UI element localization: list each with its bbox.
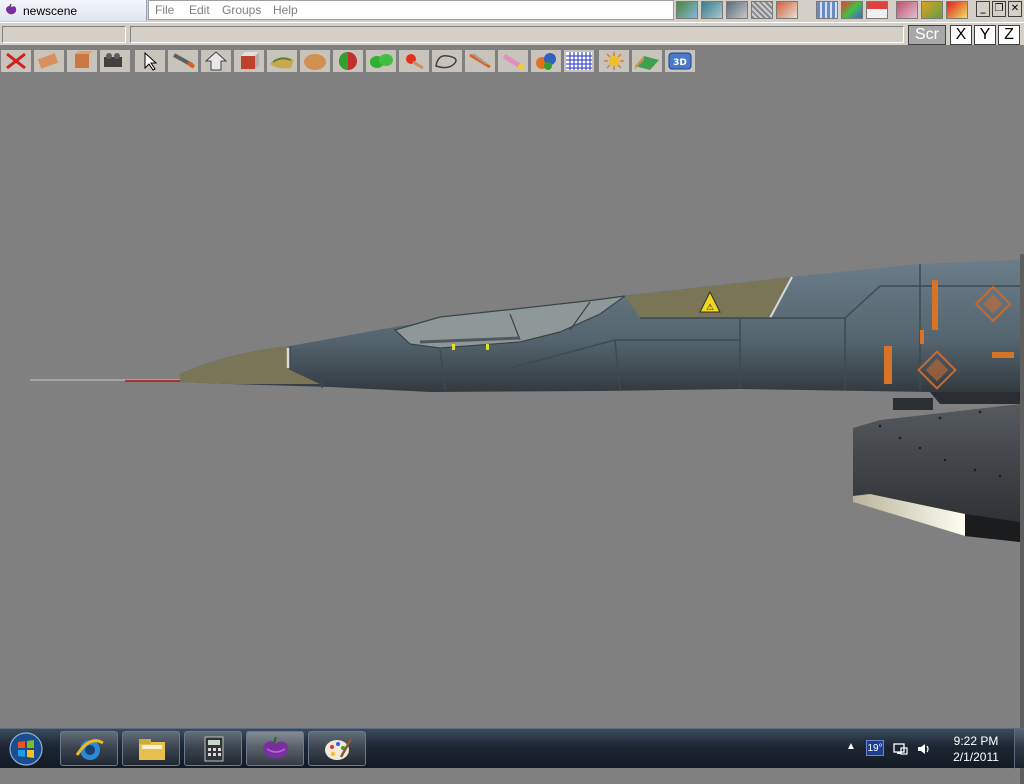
- delete-icon[interactable]: [0, 49, 32, 73]
- volume-icon[interactable]: [916, 741, 932, 757]
- select-arrow-icon[interactable]: [134, 49, 166, 73]
- network-icon[interactable]: [892, 741, 908, 757]
- taskbar-paint[interactable]: [308, 731, 366, 766]
- tool-palette: 3D: [0, 48, 700, 74]
- light-icon[interactable]: [598, 49, 630, 73]
- grid-icon[interactable]: [751, 1, 773, 19]
- viewport-scrollbar[interactable]: [1020, 254, 1024, 784]
- orange-stripe: [932, 280, 938, 330]
- close-button[interactable]: ✕: [1008, 1, 1022, 17]
- calculator-icon: [204, 736, 224, 762]
- grid-tool-icon[interactable]: [563, 49, 595, 73]
- window-title: newscene: [23, 4, 78, 18]
- z-axis-button[interactable]: Z: [998, 25, 1020, 45]
- menu-file[interactable]: File: [155, 3, 174, 17]
- show-desktop-button[interactable]: [1014, 729, 1024, 769]
- status-field-main: [130, 26, 904, 43]
- bell-pepper-icon: [263, 736, 289, 759]
- move-icon[interactable]: [33, 49, 65, 73]
- map-icon[interactable]: [816, 1, 838, 19]
- weather-gadget[interactable]: 19°: [866, 740, 884, 756]
- pencil-icon[interactable]: [167, 49, 199, 73]
- 3d-view-icon[interactable]: 3D: [664, 49, 696, 73]
- taskbar-calculator[interactable]: [184, 731, 242, 766]
- internet-explorer-icon: [75, 739, 104, 760]
- paint-icon[interactable]: [398, 49, 430, 73]
- house-icon[interactable]: [866, 1, 888, 19]
- camera-icon[interactable]: [99, 49, 131, 73]
- curve-icon[interactable]: [431, 49, 463, 73]
- taskbar-file-explorer[interactable]: [122, 731, 180, 766]
- branch-icon[interactable]: [776, 1, 798, 19]
- aircraft-model: ⚠: [30, 260, 1020, 542]
- terrain-icon[interactable]: [631, 49, 663, 73]
- system-tray: ▲ 19° 9:22 PM 2/1/2011: [840, 729, 1024, 769]
- wave-icon[interactable]: [701, 1, 723, 19]
- menu-bar: File Edit Groups Help: [148, 0, 674, 20]
- minimize-button[interactable]: _: [976, 1, 990, 17]
- clock-time[interactable]: 9:22 PM: [948, 734, 1004, 748]
- menu-groups[interactable]: Groups: [222, 3, 261, 17]
- window-controls: _ ❐ ✕: [976, 0, 1024, 20]
- window-title-area: newscene: [0, 0, 147, 21]
- sphere-icon[interactable]: [299, 49, 331, 73]
- 3d-viewport[interactable]: ⚠: [0, 74, 1024, 784]
- status-field-left: [2, 26, 126, 43]
- status-row: Scr X Y Z: [0, 22, 1024, 46]
- fuselage: [180, 260, 1020, 392]
- taskbar-modeling-app[interactable]: [246, 731, 304, 766]
- menu-help[interactable]: Help: [273, 3, 298, 17]
- brush-icon[interactable]: [921, 1, 943, 19]
- landscape-icon[interactable]: [676, 1, 698, 19]
- bell-pepper-icon: [6, 4, 17, 15]
- svg-text:⚠: ⚠: [706, 303, 714, 313]
- extrude-icon[interactable]: [200, 49, 232, 73]
- paint-palette-icon: [325, 738, 353, 760]
- file-explorer-icon: [139, 739, 165, 760]
- start-button[interactable]: [4, 731, 48, 767]
- help-icon[interactable]: [946, 1, 968, 19]
- y-axis-button[interactable]: Y: [974, 25, 996, 45]
- brush-tool-icon[interactable]: [497, 49, 529, 73]
- box-icon[interactable]: [66, 49, 98, 73]
- cube-icon[interactable]: [233, 49, 265, 73]
- menu-edit[interactable]: Edit: [189, 3, 210, 17]
- group-icon[interactable]: [530, 49, 562, 73]
- screen-view-button[interactable]: Scr: [908, 25, 946, 45]
- taskbar-internet-explorer[interactable]: [60, 731, 118, 766]
- blob-icon[interactable]: [365, 49, 397, 73]
- picture-icon[interactable]: [896, 1, 918, 19]
- terrain-color-icon[interactable]: [841, 1, 863, 19]
- restore-button[interactable]: ❐: [992, 1, 1006, 17]
- surface-icon[interactable]: [266, 49, 298, 73]
- windows-logo-icon: [9, 732, 43, 766]
- gun-pod: [893, 398, 933, 410]
- knife-icon[interactable]: [464, 49, 496, 73]
- title-menu-bar: newscene File Edit Groups Help _ ❐ ✕: [0, 0, 1024, 22]
- material-icon[interactable]: [332, 49, 364, 73]
- top-right-toolbar: [676, 0, 976, 20]
- show-hidden-icons[interactable]: ▲: [846, 741, 856, 752]
- x-axis-button[interactable]: X: [950, 25, 972, 45]
- svg-text:3D: 3D: [673, 58, 687, 68]
- clock-date[interactable]: 2/1/2011: [944, 750, 1008, 764]
- tools-icon[interactable]: [726, 1, 748, 19]
- taskbar: ▲ 19° 9:22 PM 2/1/2011: [0, 728, 1024, 769]
